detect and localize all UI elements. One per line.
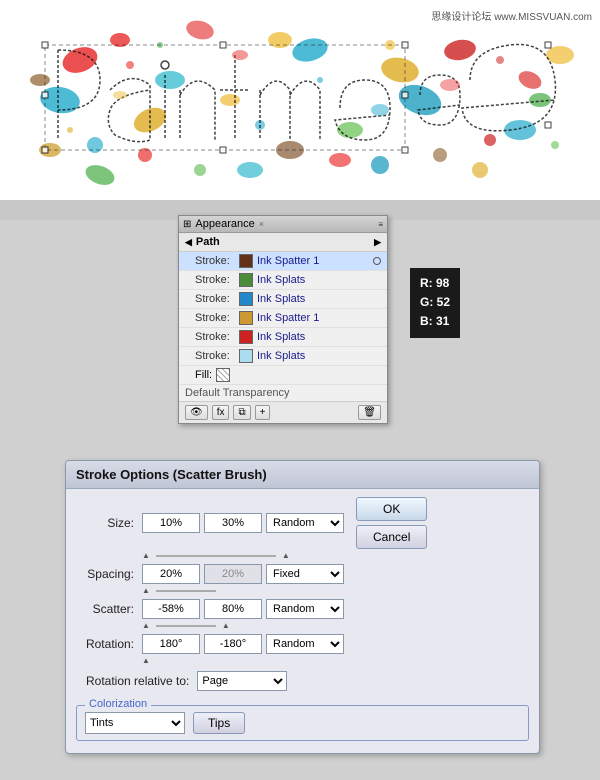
size-arrow-left: ▲ xyxy=(142,551,150,560)
panel-titlebar: ⊞ Appearance × ≡ xyxy=(179,216,387,233)
stroke-color-1 xyxy=(239,254,253,268)
path-label: Path xyxy=(196,236,220,248)
stroke-row-4: Stroke: Ink Spatter 1 xyxy=(179,309,387,328)
stroke-circle-1 xyxy=(373,257,381,265)
spacing-input-2[interactable] xyxy=(204,564,262,584)
new-stroke-button[interactable]: + xyxy=(255,405,271,420)
tips-button[interactable]: Tips xyxy=(193,712,245,734)
color-tooltip: R: 98 G: 52 B: 31 xyxy=(410,268,460,338)
stroke-name-2[interactable]: Ink Splats xyxy=(257,274,305,286)
stroke-label-5: Stroke: xyxy=(195,331,235,343)
stroke-row-2: Stroke: Ink Splats xyxy=(179,271,387,290)
size-label: Size: xyxy=(76,516,138,530)
stroke-name-5[interactable]: Ink Splats xyxy=(257,331,305,343)
stroke-label-2: Stroke: xyxy=(195,274,235,286)
stroke-name-3[interactable]: Ink Splats xyxy=(257,293,305,305)
fill-swatch xyxy=(216,368,230,382)
stroke-options-panel: Stroke Options (Scatter Brush) Size: Ran… xyxy=(65,460,540,754)
scatter-arrow-right: ▲ xyxy=(222,621,230,630)
size-arrow-right: ▲ xyxy=(282,551,290,560)
stroke-color-5 xyxy=(239,330,253,344)
spacing-row: Spacing: Fixed Random xyxy=(76,564,529,584)
colorization-dropdown[interactable]: Tints None Tints and Shades xyxy=(85,712,185,734)
scatter-dropdown[interactable]: Random Fixed xyxy=(266,599,344,619)
color-r: R: 98 xyxy=(420,274,450,293)
scatter-arrow-row: ▲ ▲ xyxy=(76,621,529,630)
size-arrow-row: ▲ ▲ xyxy=(76,551,529,560)
path-nav-icon[interactable]: ◀ xyxy=(185,237,192,248)
spacing-slider-track xyxy=(156,590,216,592)
colorization-group: Colorization Tints None Tints and Shades… xyxy=(76,705,529,741)
rotation-dropdown[interactable]: Random Fixed xyxy=(266,634,344,654)
appearance-tab-close: × xyxy=(259,219,264,229)
color-b: B: 31 xyxy=(420,312,450,331)
path-nav-right-icon[interactable]: ▶ xyxy=(374,237,381,248)
delete-button[interactable]: 🗑 xyxy=(358,405,381,420)
stroke-name-4[interactable]: Ink Spatter 1 xyxy=(257,312,319,324)
rotation-row: Rotation: Random Fixed xyxy=(76,634,529,654)
size-slider-track xyxy=(156,555,276,557)
rotation-relative-label: Rotation relative to: xyxy=(86,674,189,688)
size-input-1[interactable] xyxy=(142,513,200,533)
rotation-input-2[interactable] xyxy=(204,634,262,654)
rotation-relative-row: Rotation relative to: Page Path xyxy=(76,671,529,691)
top-banner: 思缘设计论坛 www.MISSVUAN.com xyxy=(0,0,600,200)
stroke-row-6: Stroke: Ink Splats xyxy=(179,347,387,366)
colorization-legend: Colorization xyxy=(85,698,151,710)
stroke-row-1: Stroke: Ink Spatter 1 xyxy=(179,252,387,271)
stroke-row-5: Stroke: Ink Splats xyxy=(179,328,387,347)
stroke-label-4: Stroke: xyxy=(195,312,235,324)
rotation-input-1[interactable] xyxy=(142,634,200,654)
rotation-arrow: ▲ xyxy=(142,656,150,665)
stroke-color-4 xyxy=(239,311,253,325)
stroke-name-1[interactable]: Ink Spatter 1 xyxy=(257,255,319,267)
color-g: G: 52 xyxy=(420,293,450,312)
scatter-arrow-left: ▲ xyxy=(142,621,150,630)
panel-toolbar: 👁 fx ⧉ + 🗑 xyxy=(179,402,387,423)
stroke-label-6: Stroke: xyxy=(195,350,235,362)
scatter-input-1[interactable] xyxy=(142,599,200,619)
ok-cancel-group: OK Cancel xyxy=(356,497,427,549)
scatter-slider-track xyxy=(156,625,216,627)
rotation-relative-dropdown[interactable]: Page Path xyxy=(197,671,287,691)
appearance-title: Appearance xyxy=(195,218,254,230)
size-input-2[interactable] xyxy=(204,513,262,533)
stroke-color-6 xyxy=(239,349,253,363)
spacing-label: Spacing: xyxy=(76,567,138,581)
stroke-label-3: Stroke: xyxy=(195,293,235,305)
cancel-button[interactable]: Cancel xyxy=(356,525,427,549)
spacing-input-1[interactable] xyxy=(142,564,200,584)
appearance-panel: ⊞ Appearance × ≡ ◀ Path ▶ Stroke: Ink Sp… xyxy=(178,215,388,424)
rotation-arrow-row: ▲ xyxy=(76,656,529,665)
stroke-color-3 xyxy=(239,292,253,306)
visibility-toggle[interactable]: 👁 xyxy=(185,405,208,420)
watermark: 思缘设计论坛 www.MISSVUAN.com xyxy=(431,8,592,23)
rotation-label: Rotation: xyxy=(76,637,138,651)
splatter-art xyxy=(0,0,600,200)
stroke-panel-body: Size: Random Fixed OK Cancel ▲ ▲ Spacing… xyxy=(66,489,539,701)
scatter-input-2[interactable] xyxy=(204,599,262,619)
spacing-arrow: ▲ xyxy=(142,586,150,595)
fill-label: Fill: xyxy=(195,369,212,381)
ok-button[interactable]: OK xyxy=(356,497,427,521)
fx-button[interactable]: fx xyxy=(212,405,230,420)
panel-icon: ⊞ xyxy=(183,219,191,230)
size-dropdown[interactable]: Random Fixed xyxy=(266,513,344,533)
stroke-row-3: Stroke: Ink Splats xyxy=(179,290,387,309)
scatter-row: Scatter: Random Fixed xyxy=(76,599,529,619)
panel-menu-icon[interactable]: ≡ xyxy=(378,220,383,229)
colorization-row: Tints None Tints and Shades Tips xyxy=(85,712,520,734)
stroke-options-title: Stroke Options (Scatter Brush) xyxy=(66,461,539,489)
fill-row: Fill: xyxy=(179,366,387,385)
stroke-name-6[interactable]: Ink Splats xyxy=(257,350,305,362)
duplicate-button[interactable]: ⧉ xyxy=(233,405,250,420)
stroke-color-2 xyxy=(239,273,253,287)
size-row: Size: Random Fixed OK Cancel xyxy=(76,497,529,549)
spacing-arrow-row: ▲ xyxy=(76,586,529,595)
scatter-label: Scatter: xyxy=(76,602,138,616)
spacing-dropdown[interactable]: Fixed Random xyxy=(266,564,344,584)
default-transparency: Default Transparency xyxy=(179,385,387,402)
panel-path-row: ◀ Path ▶ xyxy=(179,233,387,252)
stroke-label-1: Stroke: xyxy=(195,255,235,267)
